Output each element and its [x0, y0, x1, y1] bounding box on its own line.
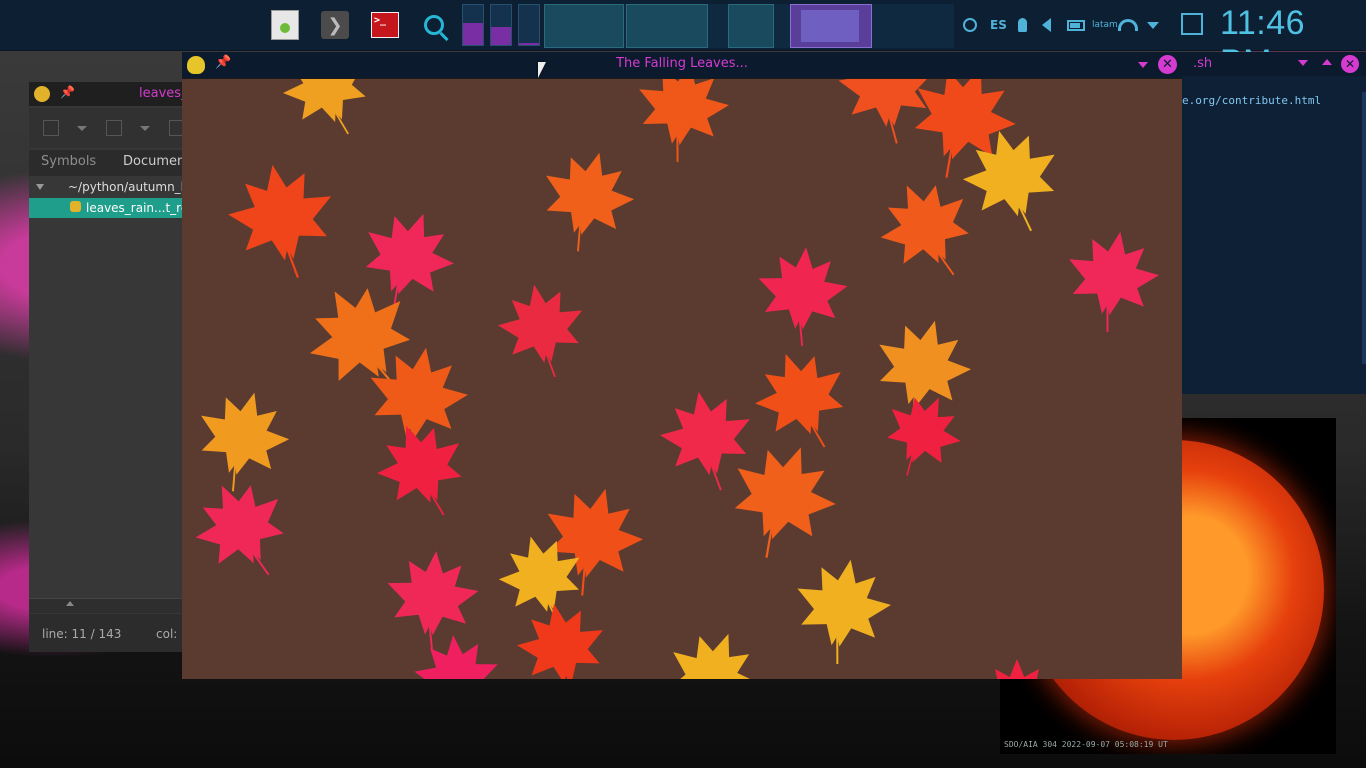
editor-titlebar[interactable]: 📌 leaves_	[29, 82, 189, 106]
maximize-icon[interactable]	[1322, 59, 1332, 65]
volume-indicator[interactable]	[1042, 14, 1051, 36]
maple-leaf	[387, 551, 479, 653]
battery-icon	[1067, 19, 1085, 31]
close-icon[interactable]: ✕	[1341, 55, 1359, 73]
maple-leaf	[995, 659, 1039, 679]
status-column: col:	[156, 627, 178, 641]
tab-documents[interactable]: Documen	[123, 154, 185, 169]
sun-image-caption: SDO/AIA 304 2022-09-07 05:08:19 UT	[1004, 740, 1168, 749]
maple-leaf	[414, 635, 498, 679]
chevron-down-icon	[1147, 21, 1159, 29]
editor-title: leaves_	[139, 86, 188, 101]
minimize-icon[interactable]	[1298, 60, 1308, 66]
maple-leaf	[377, 425, 462, 516]
expand-triangle-icon[interactable]	[36, 184, 44, 190]
language-indicator[interactable]: ES	[990, 14, 1007, 36]
workspace-1[interactable]	[544, 4, 624, 48]
mouse-cursor	[538, 62, 546, 78]
sidebar-scrollbar[interactable]	[29, 598, 189, 613]
maple-leaf	[670, 633, 759, 679]
maple-leaf	[201, 392, 290, 492]
falling-leaves-title: The Falling Leaves...	[616, 56, 748, 71]
open-file-icon[interactable]	[106, 120, 122, 136]
battery-indicator[interactable]	[1067, 14, 1085, 36]
upload-icon	[963, 18, 977, 32]
pin-icon[interactable]: 📌	[60, 85, 75, 99]
memory-meter	[490, 4, 512, 46]
tree-folder[interactable]: ~/python/autumn_le	[29, 178, 189, 198]
terminal-scrollbar[interactable]	[1362, 92, 1366, 364]
editor-toolbar	[29, 108, 189, 148]
search-launcher[interactable]	[418, 9, 450, 41]
archive-manager-launcher[interactable]	[269, 9, 301, 41]
leaves-canvas[interactable]	[182, 79, 1182, 679]
top-panel: ❯ >_ ES latam 11:46 PM	[0, 0, 1366, 81]
bulb-icon	[1018, 18, 1027, 32]
new-file-dropdown-icon[interactable]	[77, 126, 87, 131]
workspace-3[interactable]	[728, 4, 774, 48]
python-file-icon	[70, 201, 81, 212]
wifi-icon	[1118, 19, 1138, 31]
minimize-icon[interactable]	[1138, 62, 1148, 68]
maple-leaf	[838, 79, 934, 144]
maple-leaf	[282, 79, 366, 135]
workspace-window-thumbnail	[801, 10, 859, 42]
falling-leaves-titlebar[interactable]: 📌 The Falling Leaves... ✕	[182, 52, 1182, 78]
terminal-window: .sh ✕ e.org/contribute.html	[1180, 52, 1366, 394]
maple-leaf	[497, 284, 583, 378]
cpu-meter	[462, 4, 484, 46]
speaker-icon	[1042, 18, 1051, 32]
new-file-icon[interactable]	[43, 120, 59, 136]
maple-leaf	[1069, 231, 1159, 332]
sidebar-tabs: Symbols Documen	[29, 150, 189, 176]
maple-leaf	[516, 603, 604, 679]
network-upload-indicator[interactable]	[963, 14, 977, 36]
terminal-line: e.org/contribute.html	[1182, 94, 1322, 107]
keyboard-layout-indicator[interactable]: latam	[1092, 14, 1118, 36]
terminal-output[interactable]: e.org/contribute.html	[1180, 76, 1366, 394]
workspace-2[interactable]	[626, 4, 708, 48]
editor-window: 📌 leaves_ Symbols Documen ~/python/autum…	[29, 82, 189, 652]
maple-leaf	[758, 247, 848, 346]
terminal-titlebar[interactable]: .sh ✕	[1180, 52, 1366, 76]
tree-file-selected[interactable]: leaves_rain...t_rece	[29, 198, 189, 218]
maple-leaf	[639, 79, 729, 162]
maple-leaf	[880, 185, 969, 276]
falling-leaves-window: 📌 The Falling Leaves... ✕	[182, 52, 1182, 679]
folder-label: ~/python/autumn_le	[68, 180, 189, 194]
terminal-title: .sh	[1193, 56, 1213, 71]
terminal-icon: >_	[371, 12, 399, 38]
command-prompt-launcher[interactable]: ❯	[319, 9, 351, 41]
maple-leaf	[546, 152, 635, 252]
maple-leaf	[797, 559, 891, 665]
open-file-dropdown-icon[interactable]	[140, 126, 150, 131]
brightness-indicator[interactable]	[1018, 14, 1027, 36]
tab-symbols[interactable]: Symbols	[41, 154, 96, 169]
tray-expand-button[interactable]	[1147, 14, 1159, 36]
editor-statusbar: line: 11 / 143 col:	[29, 614, 189, 652]
swap-meter	[518, 4, 540, 46]
maple-leaf	[660, 391, 750, 491]
file-label: leaves_rain...t_rece	[86, 201, 189, 215]
workspace-4-active[interactable]	[790, 4, 872, 48]
command-prompt-icon: ❯	[321, 11, 349, 39]
falling-leaves-scene	[195, 79, 1159, 679]
show-desktop-button[interactable]	[1181, 13, 1203, 35]
archive-manager-icon	[271, 10, 299, 40]
maple-leaf	[195, 485, 284, 576]
wifi-indicator[interactable]	[1118, 14, 1138, 36]
close-icon[interactable]: ✕	[1158, 55, 1177, 74]
scroll-up-icon[interactable]	[66, 601, 74, 606]
geany-icon	[34, 86, 50, 102]
status-line-number: line: 11 / 143	[42, 627, 122, 641]
workspace-pager	[544, 4, 954, 48]
maple-leaf	[228, 164, 332, 279]
terminal-launcher[interactable]: >_	[369, 9, 401, 41]
search-icon	[424, 15, 444, 35]
maple-leaf	[755, 353, 844, 448]
